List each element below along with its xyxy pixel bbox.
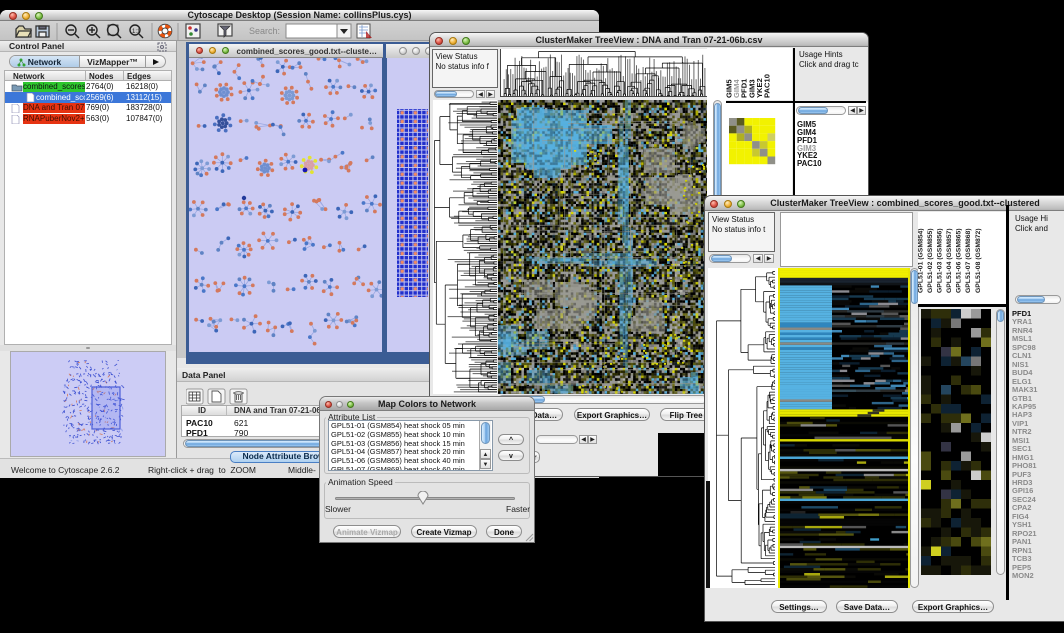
svg-text:GPL51-08 (GSM872): GPL51-08 (GSM872) — [975, 228, 982, 293]
svg-text:Search:: Search: — [249, 26, 280, 36]
svg-text:GPL51-02 (GSM855): GPL51-02 (GSM855) — [927, 228, 934, 293]
svg-text:GPL51-06 (GSM865): GPL51-06 (GSM865) — [956, 228, 963, 293]
svg-text:PAC10: PAC10 — [763, 74, 772, 98]
svg-text:GPL51-04 (GSM857): GPL51-04 (GSM857) — [946, 228, 953, 293]
svg-text:GPL51-03 (GSM856): GPL51-03 (GSM856) — [937, 228, 944, 293]
svg-text:GPL51-07 (GSM868): GPL51-07 (GSM868) — [965, 228, 972, 293]
svg-text:GPL51-01 (GSM854): GPL51-01 (GSM854) — [918, 228, 925, 293]
svg-text:1:1: 1:1 — [132, 29, 141, 35]
